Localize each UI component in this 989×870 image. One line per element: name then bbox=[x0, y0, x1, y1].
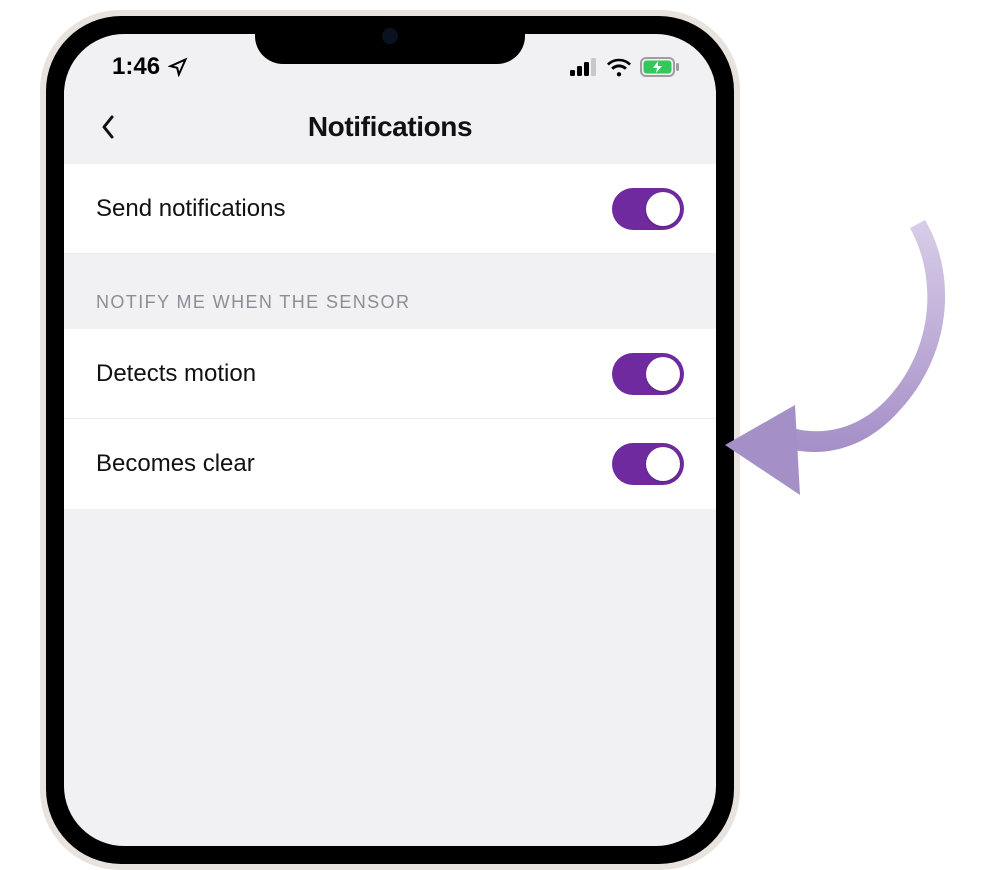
toggle-knob-icon bbox=[646, 447, 680, 481]
row-send-notifications[interactable]: Send notifications bbox=[64, 164, 716, 254]
location-arrow-icon bbox=[168, 57, 188, 77]
wifi-icon bbox=[606, 57, 632, 77]
row-becomes-clear[interactable]: Becomes clear bbox=[64, 419, 716, 509]
cellular-signal-icon bbox=[570, 58, 598, 76]
toggle-becomes-clear[interactable] bbox=[612, 443, 684, 485]
battery-charging-icon bbox=[640, 57, 680, 77]
front-camera-icon bbox=[382, 28, 398, 44]
status-bar-left: 1:46 bbox=[112, 53, 188, 81]
status-time: 1:46 bbox=[112, 53, 160, 81]
toggle-send-notifications[interactable] bbox=[612, 188, 684, 230]
phone-notch bbox=[255, 16, 525, 64]
nav-header: Notifications bbox=[64, 90, 716, 164]
row-detects-motion[interactable]: Detects motion bbox=[64, 329, 716, 419]
callout-arrow-icon bbox=[720, 200, 970, 530]
section-header-sensor: NOTIFY ME WHEN THE SENSOR bbox=[64, 254, 716, 329]
row-detects-motion-label: Detects motion bbox=[96, 360, 256, 388]
page-title: Notifications bbox=[308, 111, 472, 143]
phone-screen: 1:46 bbox=[64, 34, 716, 846]
toggle-knob-icon bbox=[646, 192, 680, 226]
back-button[interactable] bbox=[88, 107, 128, 147]
phone-bezel: 1:46 bbox=[46, 16, 734, 864]
status-bar-right bbox=[570, 57, 680, 77]
toggle-detects-motion[interactable] bbox=[612, 353, 684, 395]
toggle-knob-icon bbox=[646, 357, 680, 391]
row-becomes-clear-label: Becomes clear bbox=[96, 450, 255, 478]
phone-device-frame: 1:46 bbox=[40, 10, 740, 870]
row-send-notifications-label: Send notifications bbox=[96, 195, 285, 223]
chevron-left-icon bbox=[100, 113, 116, 141]
